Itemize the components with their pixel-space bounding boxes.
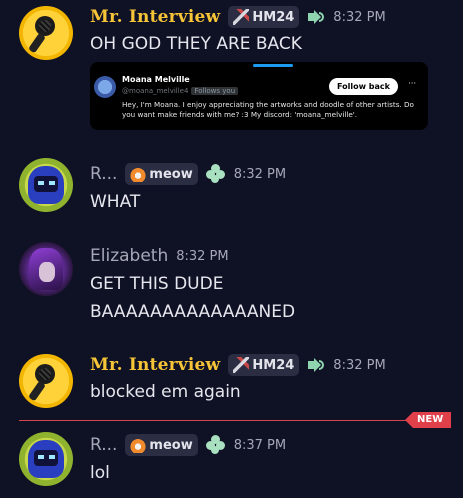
clover-icon [205,435,226,455]
more-options-icon[interactable]: ··· [408,79,416,88]
sword-icon [233,357,250,373]
embed-accent-bar [253,64,293,67]
speaker-icon [307,8,325,26]
avatar-microphone[interactable] [19,354,73,408]
author-name[interactable]: R... [90,435,117,455]
message-1: Mr. Interview HM24 8:32 PM OH GOD THEY A… [0,0,463,140]
message-header: Mr. Interview HM24 8:32 PM [90,6,386,28]
avatar-microphone[interactable] [19,6,73,60]
message-header: Elizabeth 8:32 PM [90,246,229,266]
follow-back-button[interactable]: Follow back [329,78,398,95]
twitter-profile-embed[interactable]: Moana Melville @moana_melville4 Follows y… [90,62,428,130]
server-tag[interactable]: HM24 [228,354,300,376]
message-text: blocked em again [90,382,241,402]
server-tag[interactable]: meow [125,434,198,456]
message-text: OH GOD THEY ARE BACK [90,34,302,54]
timestamp: 8:32 PM [176,248,229,264]
message-text-line-1: GET THIS DUDE [90,274,224,294]
timestamp: 8:32 PM [333,357,386,373]
clover-icon [205,164,226,184]
avatar-blue-hood[interactable] [19,432,73,486]
timestamp: 8:32 PM [333,9,386,25]
message-3: Elizabeth 8:32 PM GET THIS DUDE BAAAAAAA… [0,238,463,328]
message-text: WHAT [90,192,141,212]
follows-you-badge: Follows you [191,87,239,95]
fox-icon [130,437,147,453]
message-header: R... meow 8:37 PM [90,434,286,456]
message-4: Mr. Interview HM24 8:32 PM blocked em ag… [0,348,463,410]
message-header: Mr. Interview HM24 8:32 PM [90,354,386,376]
message-5: R... meow 8:37 PM lol [0,426,463,498]
message-text-line-2: BAAAAAAAAAAAAANED [90,302,296,322]
timestamp: 8:32 PM [233,166,287,182]
sword-icon [233,9,250,25]
server-tag[interactable]: HM24 [228,6,300,28]
fox-icon [130,166,147,182]
timestamp: 8:37 PM [233,437,287,453]
author-name[interactable]: Elizabeth [90,246,168,266]
server-tag[interactable]: meow [125,163,198,185]
message-2: R... meow 8:32 PM WHAT [0,150,463,220]
message-header: R... meow 8:32 PM [90,163,286,185]
avatar-purple-hair[interactable] [19,242,73,296]
embed-bio: Hey, I'm Moana. I enjoy appreciating the… [122,100,414,119]
embed-handle: @moana_melville4 Follows you [122,87,239,95]
author-name[interactable]: Mr. Interview [90,355,220,375]
author-name[interactable]: R... [90,164,117,184]
message-text: lol [90,463,110,483]
avatar-blue-hood[interactable] [19,158,73,212]
speaker-icon [307,356,325,374]
embed-profile-name: Moana Melville [122,75,190,84]
new-messages-divider [19,420,409,421]
embed-avatar [94,76,116,98]
author-name[interactable]: Mr. Interview [90,7,220,27]
